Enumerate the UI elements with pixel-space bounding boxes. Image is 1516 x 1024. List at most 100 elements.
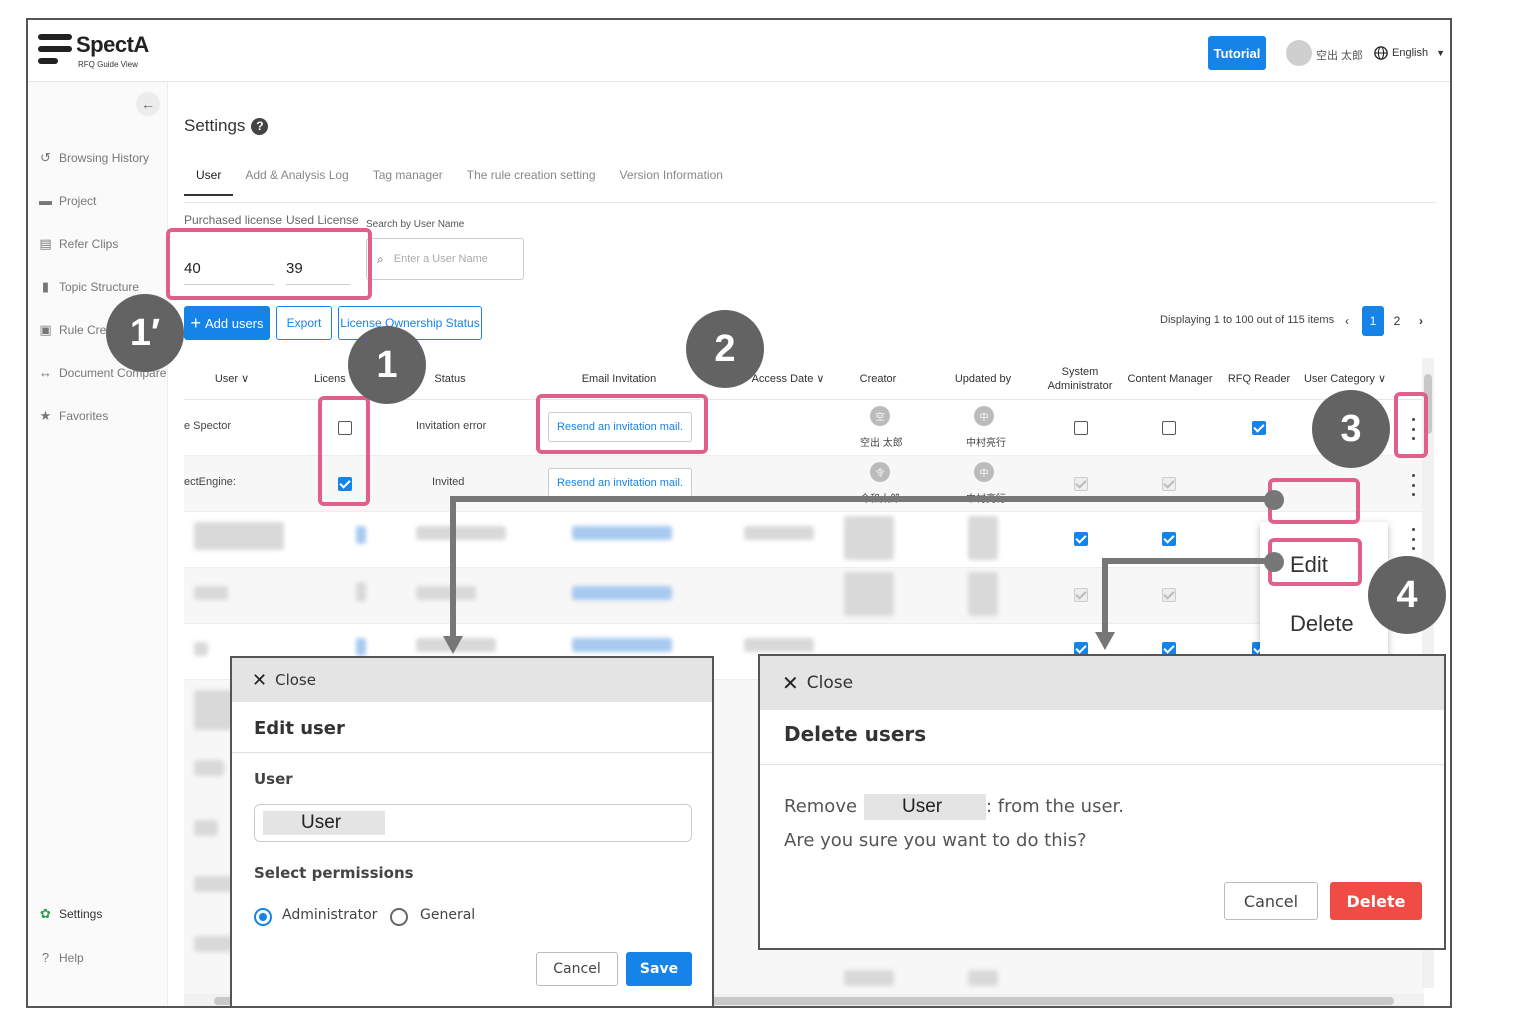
col-system-admin: System Administrator <box>1047 365 1113 392</box>
row-menu-icon[interactable] <box>1408 528 1418 550</box>
used-license-label: Used License <box>286 213 359 227</box>
dialog-divider <box>760 764 1444 765</box>
confirm-text: Are you sure you want to do this? <box>784 830 1087 851</box>
system-admin-checkbox[interactable] <box>1074 532 1088 546</box>
language-selector[interactable]: English ▼ <box>1374 46 1445 60</box>
user-avatar[interactable] <box>1286 40 1312 66</box>
general-radio[interactable] <box>390 908 408 926</box>
content-manager-checkbox <box>1162 477 1176 491</box>
chevron-down-icon: ∨ <box>816 372 825 385</box>
user-chip: User <box>263 811 385 835</box>
next-page-button[interactable]: › <box>1410 306 1432 336</box>
sidebar-item-topic-structure[interactable]: ▮ Topic Structure <box>38 279 139 294</box>
help-icon: ? <box>41 950 50 965</box>
clipboard-icon: ▮ <box>41 278 50 294</box>
dialog-title: Edit user <box>254 718 345 739</box>
resend-invitation-button[interactable]: Resend an invitation mail. <box>548 468 692 498</box>
user-field-label: User <box>254 770 293 788</box>
search-box[interactable]: ⌕ <box>366 238 524 280</box>
sidebar-item-settings[interactable]: ✿ Settings <box>38 906 102 921</box>
status-cell: Invitation error <box>416 420 487 432</box>
col-creator: Creator <box>859 372 897 385</box>
language-label: English <box>1392 47 1429 59</box>
add-users-button[interactable]: + Add users <box>184 306 270 340</box>
page-1-button[interactable]: 1 <box>1362 306 1384 336</box>
tab-tag-manager[interactable]: Tag manager <box>361 164 455 196</box>
creator-avatar: 空 <box>870 406 890 426</box>
step-badge-1-prime: 1′ <box>106 294 184 372</box>
close-icon: ✕ <box>782 671 799 695</box>
row-menu-icon[interactable] <box>1408 474 1418 496</box>
sidebar-item-favorites[interactable]: ★ Favorites <box>38 408 109 423</box>
cancel-button[interactable]: Cancel <box>536 952 618 986</box>
cancel-button[interactable]: Cancel <box>1224 882 1318 920</box>
search-label: Search by User Name <box>366 219 465 230</box>
table-row: ectEngine: Invited Resend an invitation … <box>184 456 1424 512</box>
updated-by-avatar: 中 <box>974 406 994 426</box>
connector-line <box>450 496 456 638</box>
step-badge-4: 4 <box>1368 556 1446 634</box>
user-field[interactable]: User <box>254 804 692 842</box>
creator-name: 空出 太郎 <box>860 438 903 449</box>
status-cell: Invited <box>432 476 465 488</box>
logo-icon <box>38 32 72 68</box>
tutorial-button[interactable]: Tutorial <box>1208 36 1266 70</box>
tab-user[interactable]: User <box>184 164 234 196</box>
sidebar-item-help[interactable]: ? Help <box>38 950 84 965</box>
compare-icon: ↔ <box>39 365 52 380</box>
settings-tabs: User Add & Analysis Log Tag manager The … <box>184 164 735 196</box>
table-row: e Spector Invitation error Resend an inv… <box>184 400 1424 456</box>
save-button[interactable]: Save <box>626 952 692 986</box>
sidebar-item-project[interactable]: ▬ Project <box>38 193 96 208</box>
arrow-to-delete-modal <box>1095 632 1115 650</box>
collapse-sidebar-button[interactable]: ← <box>136 92 160 116</box>
from-user-text: : from the user. <box>986 796 1124 817</box>
close-button[interactable]: ✕ Close <box>782 671 853 695</box>
user-chip: User <box>864 794 986 820</box>
user-name[interactable]: 空出 太郎 <box>1316 47 1363 63</box>
rule-icon: ▣ <box>39 321 52 337</box>
sidebar-item-rule-creation[interactable]: ▣ Rule Crea <box>38 322 113 337</box>
tab-divider <box>184 202 1436 203</box>
purchased-license-label: Purchased license <box>184 213 283 227</box>
sidebar-item-refer-clips[interactable]: ▤ Refer Clips <box>38 236 118 251</box>
dialog-title: Delete users <box>784 722 927 746</box>
content-manager-checkbox[interactable] <box>1162 421 1176 435</box>
close-button[interactable]: ✕ Close <box>252 670 316 691</box>
gear-icon: ✿ <box>40 905 51 921</box>
administrator-radio[interactable] <box>254 908 272 926</box>
prev-page-button[interactable]: ‹ <box>1336 306 1358 336</box>
help-icon[interactable]: ? <box>251 117 269 135</box>
export-button[interactable]: Export <box>276 306 332 340</box>
administrator-radio-label[interactable]: Administrator <box>282 907 377 923</box>
sidebar: ← ↺ Browsing History ▬ Project ▤ Refer Clip… <box>28 82 168 1006</box>
delete-button[interactable]: Delete <box>1330 882 1422 920</box>
tab-version-information[interactable]: Version Information <box>608 164 735 196</box>
plus-icon: + <box>190 312 201 333</box>
highlight-row-menu <box>1394 392 1428 458</box>
close-icon: ✕ <box>252 669 268 691</box>
rfq-reader-checkbox[interactable] <box>1252 421 1266 435</box>
page-title: Settings ? <box>184 116 269 136</box>
table-row-blurred <box>184 568 1424 624</box>
edit-user-dialog: ✕ Close Edit user User User Select permi… <box>230 656 714 1008</box>
system-admin-checkbox <box>1074 477 1088 491</box>
col-user[interactable]: User ∨ <box>184 358 280 400</box>
step-badge-1: 1 <box>348 326 426 404</box>
chevron-down-icon: ∨ <box>241 372 250 385</box>
delete-menu-item[interactable]: Delete <box>1290 611 1354 637</box>
delete-users-dialog: ✕ Close Delete users Remove User : from … <box>758 654 1446 950</box>
briefcase-icon: ▬ <box>39 193 52 208</box>
arrow-to-edit-modal <box>443 636 463 654</box>
search-input[interactable] <box>393 253 504 265</box>
system-admin-checkbox[interactable] <box>1074 421 1088 435</box>
general-radio-label[interactable]: General <box>420 907 475 923</box>
tab-add-analysis-log[interactable]: Add & Analysis Log <box>233 164 360 196</box>
clip-icon: ▤ <box>39 235 52 251</box>
search-icon: ⌕ <box>377 251 384 266</box>
sidebar-item-browsing-history[interactable]: ↺ Browsing History <box>38 150 149 165</box>
tab-rule-creation-setting[interactable]: The rule creation setting <box>455 164 608 196</box>
col-rfq-reader: RFQ Reader <box>1227 372 1291 385</box>
content-manager-checkbox[interactable] <box>1162 532 1176 546</box>
page-2-button[interactable]: 2 <box>1386 306 1408 336</box>
